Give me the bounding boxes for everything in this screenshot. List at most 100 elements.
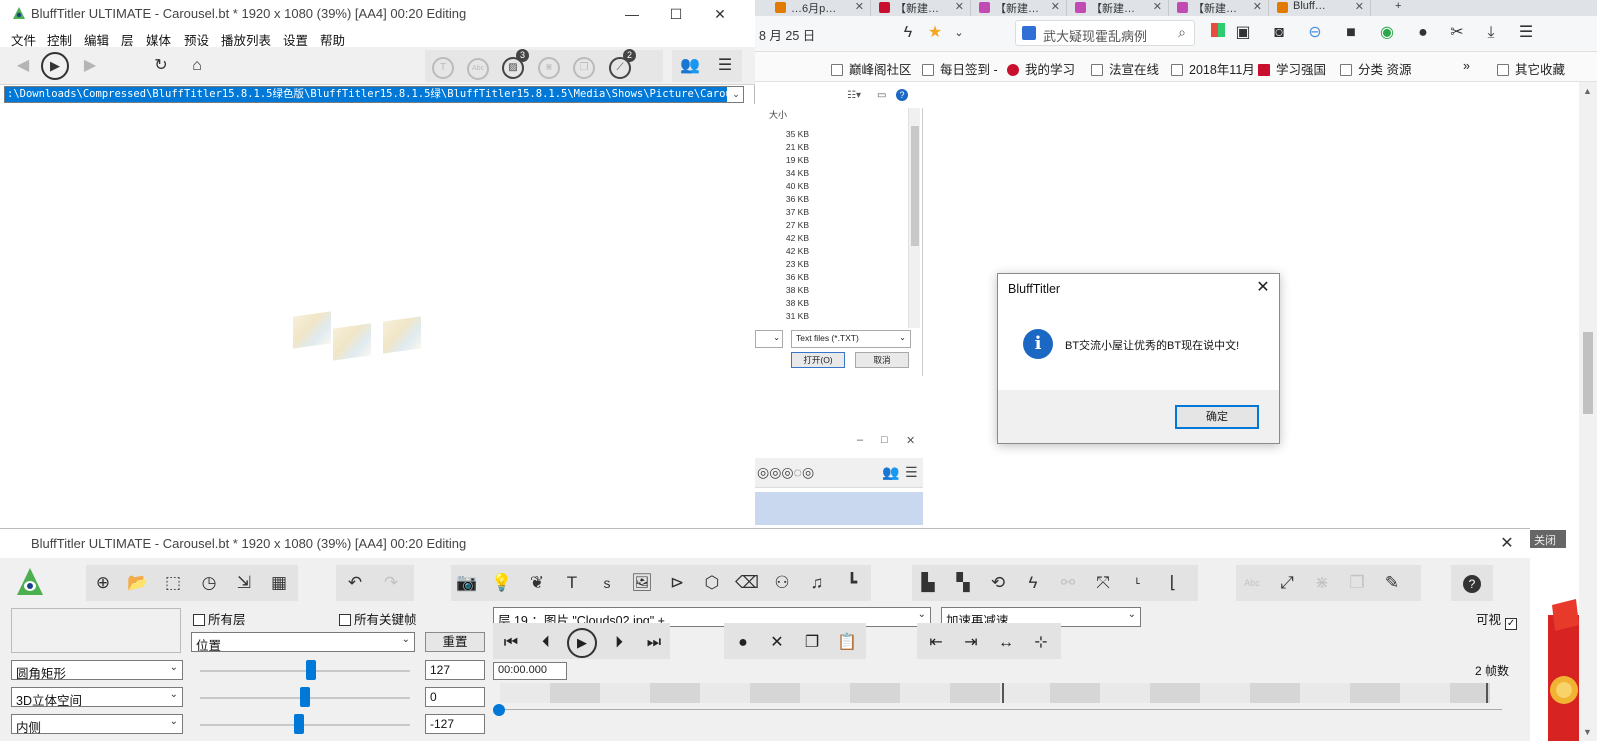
reset-button[interactable]: 重置 [425,632,485,652]
tools-icon[interactable]: ⟋ 2 [607,49,636,79]
close-icon[interactable]: ✕ [1251,278,1275,300]
scrollbar-thumb[interactable] [911,126,919,246]
bookmark-item[interactable]: 巅峰阁社区 [831,59,912,78]
undo-icon[interactable]: ↶ [342,570,368,596]
users-icon[interactable]: 👥 [882,464,899,481]
side-select[interactable]: 内侧 ⌄ [11,714,183,735]
browser-tab[interactable]: 【新建… ✕ [973,0,1067,16]
audio-spectrum-icon[interactable]: ┗ [839,570,865,596]
picture-icon[interactable]: 🖼 [629,570,655,596]
plasma-icon[interactable]: ❦ [524,570,550,596]
effect-a-icon[interactable]: ▙ [915,570,941,596]
ring-icon[interactable]: ● [1412,22,1434,44]
scissors-icon[interactable]: ✂ [1446,22,1468,44]
value-field[interactable]: 127 [425,660,485,680]
space-select[interactable]: 3D立体空间 ⌄ [11,687,183,708]
chevron-down-icon[interactable]: ⌄ [948,22,970,44]
checkbox-box[interactable] [339,614,351,626]
ok-button[interactable]: 确定 [1175,405,1259,429]
chevron-down-icon[interactable]: ⌄ [729,87,743,102]
slider-thumb[interactable] [306,660,316,680]
split-icon[interactable]: ⊹ [1024,627,1058,659]
all-keyframes-checkbox[interactable]: 所有关键帧 [339,609,417,628]
close-icon[interactable]: ✕ [906,434,915,447]
trim-end-icon[interactable]: ⇥ [954,627,988,659]
file-type-select[interactable]: Text files (*.TXT) ⌄ [791,330,911,348]
light-icon[interactable]: 💡 [489,570,515,596]
particle-link-icon[interactable]: ⋇ [1309,570,1335,596]
particles-icon[interactable]: ⚇ [769,570,795,596]
previous-frame-icon[interactable]: ⏴ [529,627,563,659]
paste-keyframe-icon[interactable]: 📋 [830,627,864,659]
globe-icon[interactable]: ◉ [1376,22,1398,44]
browser-tab[interactable]: 【新建… ✕ [1171,0,1269,16]
users-icon[interactable]: 👥 [677,53,703,79]
tab-close-icon[interactable]: ✕ [1051,0,1060,13]
star-icon[interactable]: ★ [924,22,946,44]
media-layer-icon[interactable]: ▨ 3 [500,49,529,79]
refresh-icon[interactable]: ↻ [148,53,174,79]
close-button[interactable]: ✕ [698,2,742,26]
play-button[interactable]: ▶ [41,52,69,80]
lightning-icon[interactable]: ϟ [897,22,919,44]
preview-canvas[interactable] [0,104,755,528]
download-icon[interactable]: ⤓ [1480,22,1502,44]
filename-combo[interactable]: ⌄ [755,330,783,348]
image-resize-icon[interactable]: ⤢ [1274,570,1300,596]
keyframe-marker[interactable] [1486,683,1488,703]
other-bookmarks[interactable]: 其它收藏 [1497,59,1565,78]
delete-keyframe-icon[interactable]: ✕ [760,627,794,659]
tab-close-icon[interactable]: ✕ [1355,0,1364,13]
time-field[interactable]: 00:00.000 [493,662,567,680]
abc-icon[interactable]: Abc [1239,570,1265,596]
home-icon[interactable]: ⌂ [184,53,210,79]
copy-layer-icon[interactable]: ❐ [571,53,597,79]
slider-track[interactable] [200,670,410,672]
eraser-icon[interactable]: ⌫ [734,570,760,596]
visible-checkbox[interactable]: 可视 ✓ [1476,609,1520,630]
page-scrollbar[interactable]: ▲ ▼ [1579,82,1597,741]
menu-icon[interactable]: ☰ [1515,22,1537,44]
keyframe-marker[interactable] [1002,683,1004,703]
effect-b-icon[interactable]: ▚ [950,570,976,596]
maximize-icon[interactable]: □ [881,434,888,446]
browser-tab[interactable]: 【新建… ✕ [873,0,971,16]
trim-both-icon[interactable]: ↔ [989,627,1023,659]
browser-tab[interactable]: …6月p… ✕ [769,0,871,16]
split-icon[interactable]: ⤧ [1090,570,1116,596]
checkbox-checked-icon[interactable]: ✓ [1505,618,1518,630]
file-list-scrollbar[interactable] [908,108,920,328]
minus-circle-icon[interactable]: ⊖ [1304,22,1326,44]
abc-layer-icon[interactable]: Abc [465,53,491,80]
bookmark-item[interactable]: 学习强国 [1258,59,1326,78]
maximize-button[interactable]: ☐ [654,2,698,26]
music-icon[interactable]: ♫ [804,570,830,596]
view-menu-icon[interactable]: ☷▾ [847,90,861,101]
bookmark-item[interactable]: 法宣在线 [1091,59,1159,78]
media-icon[interactable]: ◎◎◎◌◎ [757,464,814,481]
search-input[interactable]: 武大疑现霍乱病例 ⌕ [1015,20,1195,46]
bookmark-item[interactable]: 每日签到 - [922,59,998,78]
playhead-thumb[interactable] [493,704,505,716]
help-icon[interactable]: ? [896,89,908,101]
bookmark-item[interactable]: 分类 资源 [1340,59,1411,78]
shape-select[interactable]: 圆角矩形 ⌄ [11,660,183,681]
apps-icon[interactable] [1207,22,1229,44]
corner-icon[interactable]: ⌊ [1160,570,1186,596]
copy-keyframe-icon[interactable]: ❐ [795,627,829,659]
bookmark-item[interactable]: 我的学习 [1007,59,1075,78]
scrub-track[interactable] [500,709,1502,710]
copy-icon[interactable]: ❐ [1344,570,1370,596]
slider-thumb[interactable] [294,714,304,734]
open-button[interactable]: 打开(O) [791,352,845,368]
menu-icon[interactable]: ☰ [905,464,918,481]
file-path-combo[interactable]: :\Downloads\Compressed\BluffTitler15.8.1… [4,86,744,103]
close-button[interactable]: ✕ [1495,533,1519,555]
scroll-up-icon[interactable]: ▲ [1583,86,1592,96]
trim-start-icon[interactable]: ⇤ [919,627,953,659]
text-icon[interactable]: T [559,570,585,596]
tab-close-icon[interactable]: ✕ [855,0,864,13]
bookmark-item[interactable]: 2018年11月 [1171,59,1255,78]
record-keyframe-icon[interactable]: ● [726,627,760,659]
clock-icon[interactable]: ◷ [196,570,222,596]
